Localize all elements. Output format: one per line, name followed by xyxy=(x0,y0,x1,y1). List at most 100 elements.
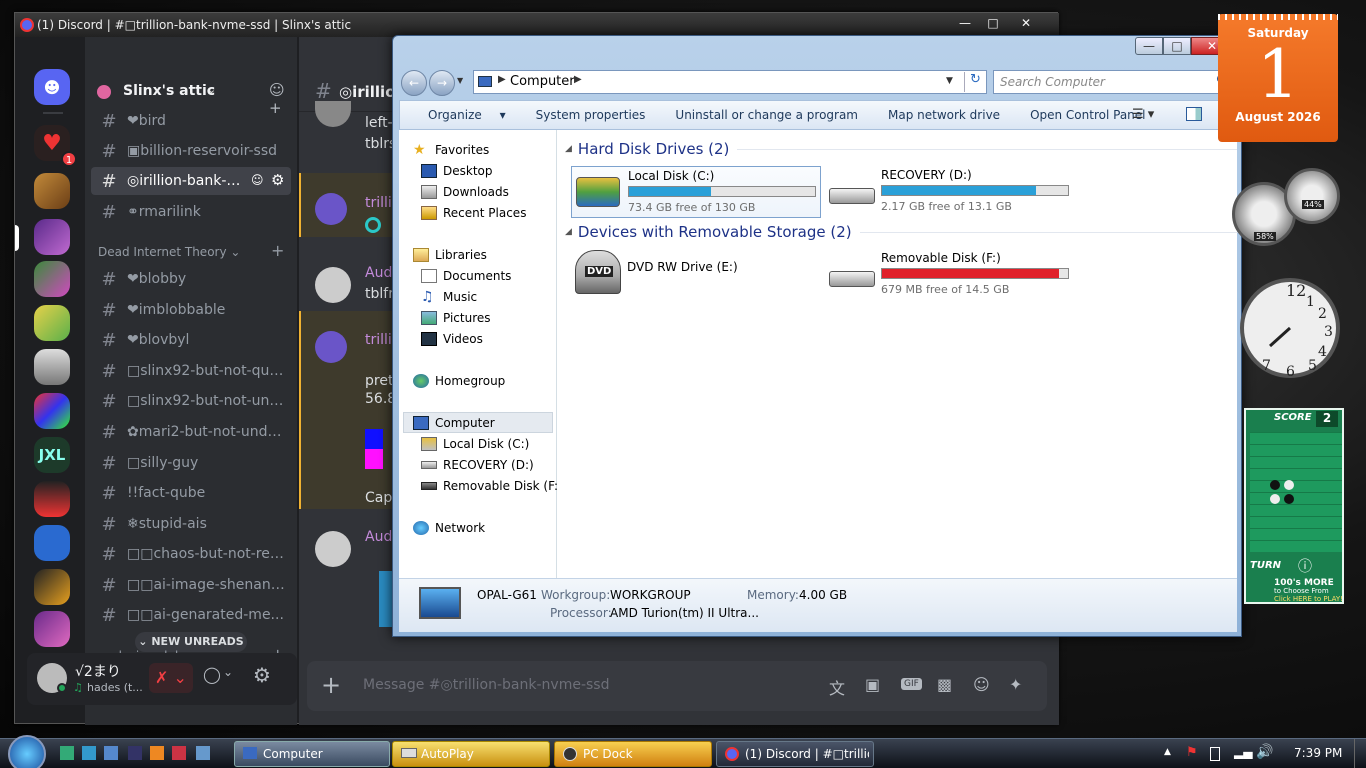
nav-downloads[interactable]: Downloads xyxy=(421,182,509,202)
nav-removable-f[interactable]: Removable Disk (F:) xyxy=(421,476,563,496)
quicklaunch-icon[interactable] xyxy=(104,746,118,760)
calendar-gadget[interactable]: Saturday 1 August 2026 xyxy=(1218,14,1338,142)
channel-item-trillion-bank[interactable]: # ◎irillion-bank-n... ☺ ⚙ xyxy=(91,167,291,195)
channel-item-silly-guy[interactable]: # □silly-guy xyxy=(91,449,291,477)
show-desktop-button[interactable] xyxy=(1354,739,1366,768)
channel-item-slinx92-but-not-und[interactable]: # □slinx92-but-not-und... xyxy=(91,387,291,415)
server-icon-gray[interactable] xyxy=(34,349,70,385)
nav-recent-places[interactable]: Recent Places xyxy=(421,203,526,223)
gear-icon[interactable]: ⚙ xyxy=(271,171,284,189)
channel-item-stupid-ais[interactable]: # ❄stupid-ais xyxy=(91,510,291,538)
server-header[interactable]: Slinx's attic ⌄ ☺+ xyxy=(85,75,297,117)
attach-plus-icon[interactable]: + xyxy=(321,671,341,699)
server-icon-slinx-attic[interactable] xyxy=(34,219,70,255)
preview-pane-icon[interactable] xyxy=(1186,107,1202,121)
add-channel-icon[interactable]: + xyxy=(271,241,284,260)
reversi-game-gadget[interactable]: SCORE 2 TURN ⓘ 100's MORE to Choose From… xyxy=(1244,408,1344,604)
show-hidden-icons-arrow[interactable]: ▲ xyxy=(1164,747,1171,757)
start-button[interactable] xyxy=(8,735,46,768)
server-icon-jxl[interactable]: JXL xyxy=(34,437,70,473)
close-button[interactable]: ✕ xyxy=(1007,13,1045,33)
action-center-flag-icon[interactable]: ⚑ xyxy=(1186,745,1198,760)
clock-gadget[interactable]: 12 1 2 3 4 5 6 7 xyxy=(1240,266,1340,392)
view-options-icon[interactable]: ☰ ▾ xyxy=(1132,107,1154,122)
headphones-icon[interactable]: ◯ xyxy=(203,665,221,684)
system-properties-button[interactable]: System properties xyxy=(536,108,646,122)
channel-item-billion-reservoir-ssd[interactable]: # ▣billion-reservoir-ssd xyxy=(91,137,291,165)
nav-recovery-d[interactable]: RECOVERY (D:) xyxy=(421,455,534,475)
quicklaunch-icon[interactable] xyxy=(196,746,210,760)
channel-item-blobby[interactable]: # ❤blobby xyxy=(91,265,291,293)
server-icon-slinx-attic-2[interactable] xyxy=(34,569,70,605)
channel-item-slinx92-but-not-quite[interactable]: # □slinx92-but-not-quite xyxy=(91,357,291,385)
drive-recovery-d[interactable]: RECOVERY (D:) 2.17 GB free of 13.1 GB xyxy=(825,166,1075,218)
nav-pictures[interactable]: Pictures xyxy=(421,308,491,328)
nav-favorites[interactable]: ★ Favorites xyxy=(413,140,489,160)
nav-homegroup[interactable]: Homegroup xyxy=(413,371,505,391)
taskbar-item-discord[interactable]: (1) Discord | #□trillio... xyxy=(716,741,874,767)
history-dropdown-icon[interactable]: ▼ xyxy=(457,76,463,85)
channel-item-fact-qube[interactable]: # !!fact-qube xyxy=(91,479,291,507)
user-settings-gear-icon[interactable]: ⚙ xyxy=(253,663,271,687)
channel-item-bird[interactable]: # ❤bird xyxy=(91,107,291,135)
nav-libraries[interactable]: Libraries xyxy=(413,245,487,265)
mute-button[interactable]: ✗ ⌄ xyxy=(149,663,193,693)
taskbar-item-computer[interactable]: Computer xyxy=(234,741,390,767)
address-dropdown-icon[interactable]: ▼ xyxy=(946,76,953,86)
quicklaunch-icon[interactable] xyxy=(82,746,96,760)
info-icon[interactable]: ⓘ xyxy=(1298,556,1312,576)
server-icon-robot[interactable] xyxy=(34,525,70,561)
minimize-button[interactable]: — xyxy=(951,13,979,33)
group-hard-disk-drives[interactable]: ◢ Hard Disk Drives (2) xyxy=(565,140,1238,158)
quicklaunch-icon[interactable] xyxy=(60,746,74,760)
battery-icon[interactable] xyxy=(1210,747,1220,761)
channel-item-ai-image-shenani[interactable]: # □□ai-image-shenani... xyxy=(91,571,291,599)
chevron-down-icon[interactable]: ⌄ xyxy=(223,665,233,679)
invite-icon[interactable]: ☺ xyxy=(251,173,264,187)
discord-home-icon[interactable]: ☻ xyxy=(34,69,70,105)
group-removable-storage[interactable]: ◢ Devices with Removable Storage (2) xyxy=(565,223,1260,241)
game-board[interactable] xyxy=(1250,432,1342,552)
category-dead-internet-theory[interactable]: Dead Internet Theory ⌄ xyxy=(98,245,240,259)
game-promo-link[interactable]: Click HERE to PLAY! xyxy=(1274,595,1343,603)
avatar[interactable] xyxy=(315,193,347,225)
server-icon-slinx-attic-3[interactable] xyxy=(34,611,70,647)
channel-item-imblobbable[interactable]: # ❤imblobbable xyxy=(91,296,291,324)
server-icon-mari[interactable] xyxy=(34,261,70,297)
minimize-button[interactable]: — xyxy=(1135,37,1163,55)
gif-icon[interactable]: GIF xyxy=(901,678,922,690)
avatar[interactable] xyxy=(315,331,347,363)
server-icon-blobs[interactable] xyxy=(34,305,70,341)
nav-network[interactable]: Network xyxy=(413,518,485,538)
quicklaunch-icon[interactable] xyxy=(172,746,186,760)
channel-item-blovbyl[interactable]: # ❤blovbyl xyxy=(91,326,291,354)
uninstall-program-button[interactable]: Uninstall or change a program xyxy=(675,108,858,122)
channel-item-marilink[interactable]: # ⚭rmarilink xyxy=(91,198,291,226)
map-network-drive-button[interactable]: Map network drive xyxy=(888,108,1000,122)
quicklaunch-icon[interactable] xyxy=(128,746,142,760)
cpu-meter-gadget[interactable]: 58% 44% xyxy=(1232,168,1342,252)
nav-local-disk-c[interactable]: Local Disk (C:) xyxy=(421,434,529,454)
avatar[interactable] xyxy=(315,267,351,303)
drive-removable-f[interactable]: Removable Disk (F:) 679 MB free of 14.5 … xyxy=(825,249,1075,301)
drive-local-disk-c[interactable]: Local Disk (C:) 73.4 GB free of 130 GB xyxy=(571,166,821,218)
discord-titlebar[interactable]: (1) Discord | #□trillion-bank-nvme-ssd |… xyxy=(15,13,1059,37)
quicklaunch-icon[interactable] xyxy=(150,746,164,760)
address-bar[interactable]: ▶ Computer ▶ ▼ ↻ xyxy=(473,70,987,94)
channel-item-mari2-but-not-unde[interactable]: # ✿mari2-but-not-unde... xyxy=(91,418,291,446)
nav-music[interactable]: ♫ Music xyxy=(421,287,477,307)
taskbar-item-autoplay[interactable]: AutoPlay xyxy=(392,741,550,767)
channel-item-chaos-but-not-really[interactable]: # □□chaos-but-not-really xyxy=(91,540,291,568)
refresh-icon[interactable]: ↻ xyxy=(964,72,986,92)
message-input[interactable]: Message #◎trillion-bank-nvme-ssd xyxy=(363,677,609,693)
channel-item-ai-genarated-me[interactable]: # □□ai-genarated-me... xyxy=(91,601,291,629)
open-control-panel-button[interactable]: Open Control Panel xyxy=(1030,108,1145,122)
back-button[interactable]: ← xyxy=(401,70,427,96)
avatar[interactable] xyxy=(315,101,351,127)
nav-desktop[interactable]: Desktop xyxy=(421,161,493,181)
translate-icon[interactable]: 文 xyxy=(829,675,845,699)
emoji-icon[interactable]: ☺ xyxy=(973,675,990,694)
nav-computer[interactable]: Computer xyxy=(413,413,495,433)
network-signal-icon[interactable]: ▂▄ xyxy=(1234,745,1252,759)
server-icon-sony[interactable] xyxy=(34,481,70,517)
